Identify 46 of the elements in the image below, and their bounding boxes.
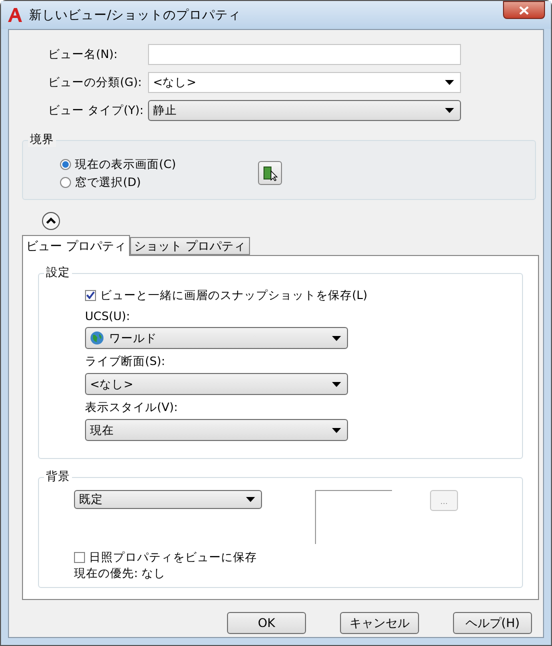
app-logo-icon: [7, 7, 23, 23]
checkbox[interactable]: [74, 552, 85, 562]
close-icon: [519, 6, 529, 14]
tab[interactable]: ショット プロパティ: [130, 237, 250, 255]
caret-icon: [445, 108, 454, 112]
tab[interactable]: ビュー プロパティ: [22, 235, 130, 256]
group-title: 境界: [28, 132, 56, 147]
globe-icon: [90, 331, 104, 345]
field-label: UCS(U):: [85, 309, 132, 323]
dialog-button[interactable]: キャンセル: [340, 612, 419, 634]
field-label: ビュー タイプ(Y):: [47, 102, 145, 118]
group-title: 背景: [44, 469, 72, 484]
dropdown[interactable]: <なし>: [85, 373, 348, 395]
dropdown[interactable]: 現在: [85, 419, 348, 441]
window-select-button[interactable]: [258, 161, 282, 185]
caret-icon: [246, 497, 255, 502]
field-label: ライブ断面(S):: [85, 354, 166, 369]
field-label: ビュー名(N):: [47, 46, 118, 62]
group-title: 設定: [44, 265, 72, 280]
cursor-icon: [262, 165, 278, 181]
dialog-button[interactable]: OK: [227, 612, 306, 634]
caret-icon: [332, 336, 341, 340]
input-field[interactable]: [148, 44, 461, 64]
close-button[interactable]: [503, 1, 545, 19]
radio-label: 現在の表示画面(C): [75, 156, 176, 172]
radio-button[interactable]: [60, 158, 71, 170]
field-label: ビューの分類(G):: [47, 74, 143, 90]
radio-label: 窓で選択(D): [75, 174, 141, 190]
field-label: 表示スタイル(V):: [85, 400, 179, 415]
chevron-icon: [46, 217, 56, 225]
dropdown[interactable]: 静止: [148, 100, 461, 120]
override-text: 現在の優先: なし: [74, 566, 167, 581]
dialog-button[interactable]: ヘルプ(H): [453, 612, 532, 634]
checkbox-label: 日照プロパティをビューに保存: [89, 550, 257, 564]
checkbox-label: ビューと一緒に画層のスナップショットを保存(L): [100, 288, 368, 302]
dropdown[interactable]: ワールド: [85, 327, 348, 349]
collapse-button[interactable]: [42, 212, 60, 230]
caret-icon: [332, 428, 341, 432]
checkbox[interactable]: [85, 290, 96, 300]
caret-icon: [332, 382, 341, 386]
caret-icon: [445, 80, 454, 84]
checkmark-icon: [86, 291, 95, 299]
dropdown[interactable]: 既定: [74, 490, 262, 509]
combo-box[interactable]: <なし>: [148, 72, 461, 92]
window-title: 新しいビュー/ショットのプロパティ: [29, 6, 242, 24]
radio-button[interactable]: [60, 176, 71, 188]
